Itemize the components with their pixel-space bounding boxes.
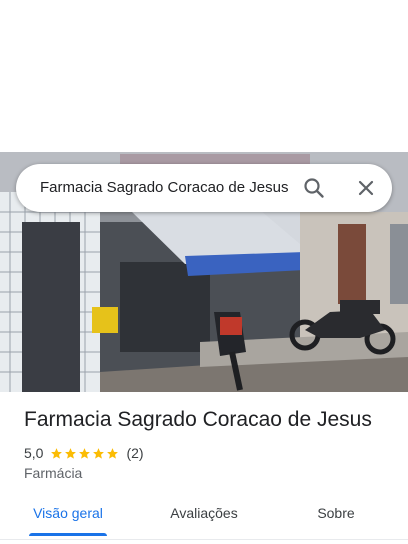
star-icon [51, 447, 63, 459]
rating-value: 5,0 [24, 445, 44, 461]
search-bar[interactable]: Farmacia Sagrado Coracao de Jesus [16, 164, 392, 212]
place-tabs: Visão geral Avaliações Sobre [0, 496, 408, 536]
close-icon[interactable] [354, 176, 378, 200]
star-icon [65, 447, 77, 459]
star-icon [79, 447, 91, 459]
tab-reviews[interactable]: Avaliações [158, 496, 250, 536]
star-icon [107, 447, 119, 459]
tab-about[interactable]: Sobre [302, 496, 370, 536]
review-count[interactable]: (2) [126, 445, 143, 461]
search-icon[interactable] [302, 176, 326, 200]
tab-overview[interactable]: Visão geral [29, 496, 107, 536]
place-title: Farmacia Sagrado Coracao de Jesus [24, 408, 372, 431]
active-tab-indicator [29, 533, 107, 536]
tabs-divider [0, 539, 408, 540]
rating-row[interactable]: 5,0 (2) [24, 444, 144, 462]
rating-stars [50, 447, 120, 460]
map-area-blank [0, 0, 408, 152]
place-category: Farmácia [24, 465, 83, 481]
star-icon [93, 447, 105, 459]
search-input[interactable]: Farmacia Sagrado Coracao de Jesus [40, 164, 290, 212]
